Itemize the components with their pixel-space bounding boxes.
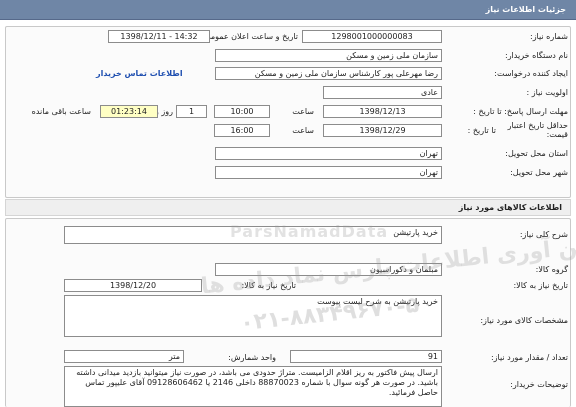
unit-field: متر (64, 350, 184, 363)
spec-label: مشخصات کالای مورد نیاز: (480, 316, 568, 325)
province-label: استان محل تحویل: (505, 149, 568, 158)
goods-section-header: اطلاعات کالاهای مورد نیاز (5, 199, 571, 216)
remaining-time: 01:23:14 (100, 105, 158, 118)
remaining-days: 1 (176, 105, 207, 118)
reply-deadline-date: 1398/12/13 (323, 105, 442, 118)
reply-deadline-time-label: ساعت (292, 107, 314, 116)
qty-field: 91 (290, 350, 442, 363)
announce-label: تاریخ و ساعت اعلان عمومی: (201, 32, 298, 41)
creator-field: رضا مهرعلی پور کارشناس سازمان ملی زمین و… (215, 67, 442, 80)
unit-label: واحد شمارش: (228, 353, 276, 362)
buyer-field: سازمان ملی زمین و مسکن (215, 49, 442, 62)
creator-label: ایجاد کننده درخواست: (494, 69, 568, 78)
remaining-time-label: ساعت باقی مانده (31, 107, 91, 116)
reply-deadline-time: 10:00 (214, 105, 270, 118)
reply-deadline-label: مهلت ارسال پاسخ: تا تاریخ : (473, 107, 568, 116)
buyer-contact-link[interactable]: اطلاعات تماس خریدار (96, 69, 183, 78)
page-title: جزئیات اطلاعات نیاز (485, 5, 566, 14)
city-label: شهر محل تحویل: (510, 168, 568, 177)
goods-section-title: اطلاعات کالاهای مورد نیاز (458, 203, 562, 212)
announce-field: 1398/12/11 - 14:32 (108, 30, 210, 43)
watermark-brand: ParsNamadData (230, 222, 389, 241)
need-date-field: 1398/12/20 (64, 279, 202, 292)
priority-field: عادی (323, 86, 442, 99)
price-validity-date-label: تا تاریخ : (467, 126, 496, 135)
price-validity-label: حداقل تاریخ اعتبار قیمت: (507, 121, 568, 139)
need-date-label: تاریخ نیاز به کالا: (513, 281, 568, 290)
province-field: تهران (215, 147, 442, 160)
qty-label: تعداد / مقدار مورد نیاز: (490, 353, 568, 362)
page-header: جزئیات اطلاعات نیاز (0, 0, 576, 20)
need-number-label: شماره نیاز: (530, 32, 568, 41)
goods-group-label: گروه کالا: (535, 265, 568, 274)
city-field: تهران (215, 166, 442, 179)
price-validity-time-label: ساعت (292, 126, 314, 135)
price-validity-date: 1398/12/29 (323, 124, 442, 137)
buyer-notes-field: ارسال پیش فاکتور به ریز اقلام الزامیست. … (64, 366, 442, 407)
price-validity-time: 16:00 (214, 124, 270, 137)
priority-label: اولویت نیاز : (526, 88, 568, 97)
buyer-notes-label: توضیحات خریدار: (510, 380, 568, 389)
need-number-field: 1298001000000083 (302, 30, 442, 43)
buyer-label: نام دستگاه خریدار: (505, 51, 568, 60)
